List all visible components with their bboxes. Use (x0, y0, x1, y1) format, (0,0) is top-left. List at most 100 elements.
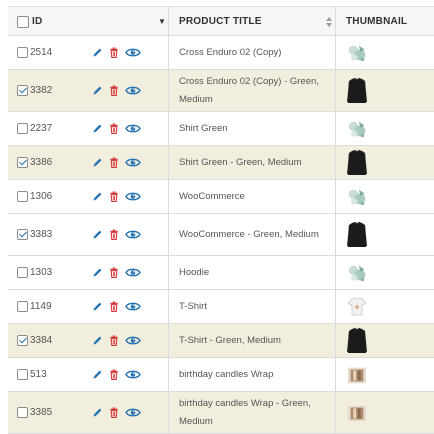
product-thumbnail[interactable] (346, 184, 368, 210)
product-title-cell[interactable]: birthday candles Wrap - Green, Medium (168, 392, 336, 433)
pencil-icon[interactable] (90, 228, 104, 242)
pencil-icon[interactable] (90, 266, 104, 280)
product-title-cell[interactable]: Shirt Green (168, 112, 336, 145)
row-select-checkbox[interactable] (17, 123, 28, 134)
eye-icon[interactable] (124, 334, 141, 348)
eye-icon[interactable] (124, 406, 141, 420)
product-title-cell[interactable]: WooCommerce - Green, Medium (168, 214, 336, 255)
product-thumbnail[interactable] (346, 77, 368, 104)
table-row[interactable]: 3386 Shirt Green - Green, Medium (8, 146, 434, 180)
id-cell: 513 (8, 358, 80, 391)
actions-cell (80, 146, 168, 179)
table-row[interactable]: 1306 WooCommerce (8, 180, 434, 214)
row-select-checkbox[interactable] (17, 191, 28, 202)
actions-cell (80, 112, 168, 145)
thumbnail-column-header[interactable]: THUMBNAIL (336, 7, 434, 36)
product-title: T-Shirt - Green, Medium (179, 334, 281, 346)
product-thumbnail[interactable] (346, 260, 368, 286)
eye-icon[interactable] (124, 122, 141, 136)
product-title: WooCommerce (179, 190, 245, 202)
trash-icon[interactable] (107, 406, 121, 420)
row-select-checkbox[interactable] (17, 267, 28, 278)
select-all-checkbox[interactable] (17, 15, 29, 28)
product-title-cell[interactable]: Hoodie (168, 256, 336, 289)
pencil-icon[interactable] (90, 84, 104, 98)
pencil-icon[interactable] (90, 368, 104, 382)
pencil-icon[interactable] (90, 122, 104, 136)
product-id: 1303 (30, 267, 53, 278)
table-row[interactable]: 2514 Cross Enduro 02 (Copy) (8, 36, 434, 70)
product-title-cell[interactable]: T-Shirt - Green, Medium (168, 324, 336, 357)
trash-icon[interactable] (107, 334, 121, 348)
product-thumbnail[interactable] (346, 327, 368, 354)
sort-toggle-icon[interactable] (326, 7, 332, 36)
title-column-header[interactable]: PRODUCT TITLE (168, 7, 336, 36)
row-select-checkbox[interactable] (17, 407, 28, 418)
eye-icon[interactable] (124, 266, 141, 280)
trash-icon[interactable] (107, 156, 121, 170)
trash-icon[interactable] (107, 368, 121, 382)
pencil-icon[interactable] (90, 156, 104, 170)
table-row[interactable]: 2237 Shirt Green (8, 112, 434, 146)
row-select-checkbox[interactable] (17, 85, 28, 96)
row-select-checkbox[interactable] (17, 301, 28, 312)
thumbnail-cell (336, 36, 434, 69)
table-row[interactable]: 3384 T-Shirt - Green, Medium (8, 324, 434, 358)
trash-icon[interactable] (107, 190, 121, 204)
product-title: Cross Enduro 02 (Copy) - Green, Medium (179, 75, 319, 105)
id-cell: 1149 (8, 290, 80, 323)
id-column-header[interactable]: ID (8, 7, 80, 36)
table-row[interactable]: 3382 Cross Enduro 02 (Copy) - Green, Medi… (8, 70, 434, 112)
id-cell: 3383 (8, 214, 80, 255)
pencil-icon[interactable] (90, 334, 104, 348)
id-cell: 3385 (8, 392, 80, 433)
trash-icon[interactable] (107, 46, 121, 60)
trash-icon[interactable] (107, 228, 121, 242)
eye-icon[interactable] (124, 300, 141, 314)
row-select-checkbox[interactable] (17, 157, 28, 168)
product-thumbnail[interactable] (346, 116, 368, 142)
table-row[interactable]: 1149 T-Shirt (8, 290, 434, 324)
thumbnail-header-label: THUMBNAIL (346, 16, 408, 27)
sort-desc-icon[interactable]: ▼ (158, 7, 166, 36)
product-thumbnail[interactable] (346, 294, 368, 320)
eye-icon[interactable] (124, 156, 141, 170)
eye-icon[interactable] (124, 368, 141, 382)
id-header-label: ID (32, 16, 43, 27)
product-thumbnail[interactable] (346, 40, 368, 66)
product-thumbnail[interactable] (346, 149, 368, 176)
product-title-cell[interactable]: Shirt Green - Green, Medium (168, 146, 336, 179)
product-title-cell[interactable]: Cross Enduro 02 (Copy) - Green, Medium (168, 70, 336, 111)
eye-icon[interactable] (124, 84, 141, 98)
table-header: ID ▼ PRODUCT TITLE THUMBNAIL (8, 6, 434, 36)
product-title-cell[interactable]: birthday candles Wrap (168, 358, 336, 391)
product-title-cell[interactable]: Cross Enduro 02 (Copy) (168, 36, 336, 69)
eye-icon[interactable] (124, 190, 141, 204)
pencil-icon[interactable] (90, 46, 104, 60)
pencil-icon[interactable] (90, 406, 104, 420)
trash-icon[interactable] (107, 84, 121, 98)
row-select-checkbox[interactable] (17, 369, 28, 380)
trash-icon[interactable] (107, 122, 121, 136)
product-title-cell[interactable]: T-Shirt (168, 290, 336, 323)
product-title-cell[interactable]: WooCommerce (168, 180, 336, 213)
product-title: T-Shirt (179, 300, 207, 312)
trash-icon[interactable] (107, 266, 121, 280)
product-thumbnail[interactable] (346, 400, 368, 426)
table-row[interactable]: 1303 Hoodie (8, 256, 434, 290)
row-select-checkbox[interactable] (17, 229, 28, 240)
eye-icon[interactable] (124, 46, 141, 60)
pencil-icon[interactable] (90, 190, 104, 204)
product-thumbnail[interactable] (346, 221, 368, 248)
pencil-icon[interactable] (90, 300, 104, 314)
eye-icon[interactable] (124, 228, 141, 242)
product-thumbnail[interactable] (346, 362, 368, 388)
row-select-checkbox[interactable] (17, 335, 28, 346)
table-row[interactable]: 3383 WooCommerce - Green, Medium (8, 214, 434, 256)
row-select-checkbox[interactable] (17, 47, 28, 58)
table-row[interactable]: 513 birthday candles Wrap (8, 358, 434, 392)
product-id: 3383 (30, 229, 53, 240)
actions-cell (80, 324, 168, 357)
trash-icon[interactable] (107, 300, 121, 314)
product-title: Shirt Green (179, 122, 228, 134)
